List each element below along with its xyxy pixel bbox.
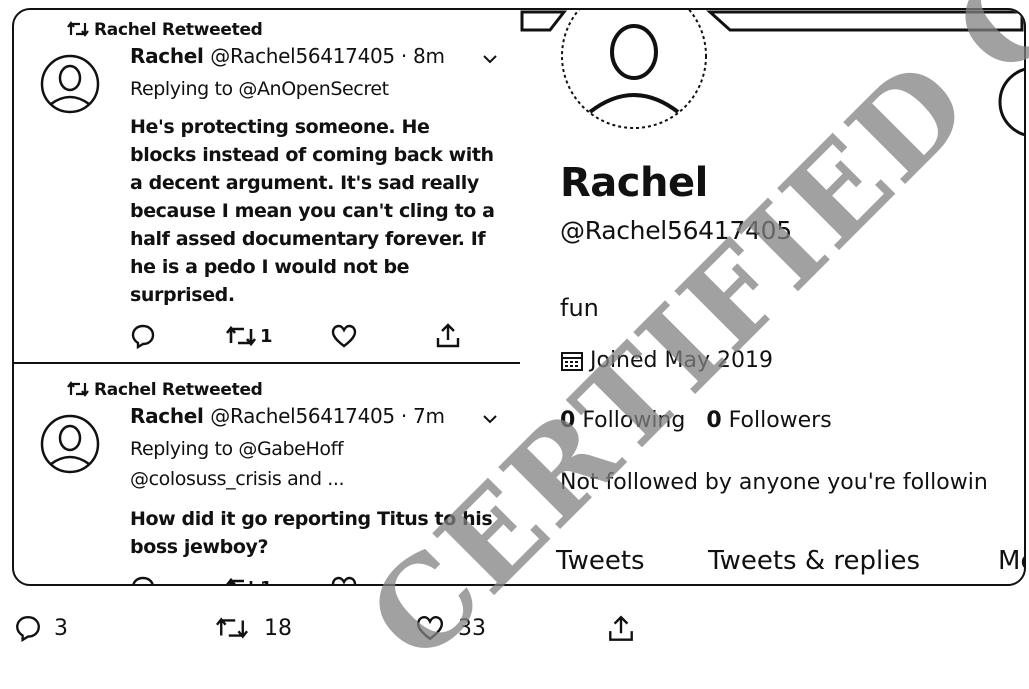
tab-tweets-replies[interactable]: Tweets & replies <box>708 546 920 576</box>
retweet-icon <box>215 617 249 639</box>
tweet-author-handle[interactable]: @Rachel56417405 <box>210 404 395 428</box>
tweet-time: 7m <box>413 404 445 428</box>
tweet-body-line: blocks instead of coming back with <box>130 144 494 166</box>
tweet-author-name[interactable]: Rachel <box>130 404 204 428</box>
tweet-body-line: How did it go reporting Titus to his <box>130 508 493 530</box>
tweet-body-line: because I mean you can't cling to a <box>130 200 495 222</box>
retweet-button[interactable]: 1 <box>224 574 273 584</box>
retweet-icon <box>226 577 253 584</box>
retweet-icon <box>67 381 89 397</box>
tweet-body-line: boss jewboy? <box>130 536 269 558</box>
tweet-column: Rachel Retweeted Rachel @Rachel56417405 … <box>14 10 520 584</box>
retweet-icon <box>67 21 89 37</box>
retweet-count: 1 <box>260 578 273 585</box>
reply-button[interactable]: 3 <box>14 614 68 642</box>
tweet-actions: 1 <box>130 322 470 352</box>
reply-icon <box>131 324 155 349</box>
tweet-actions: 1 <box>130 574 470 584</box>
share-icon <box>436 323 460 348</box>
chevron-down-icon[interactable] <box>482 54 498 64</box>
replying-to-extra[interactable]: @colosuss_crisis and ... <box>130 468 345 490</box>
profile-joined: Joined May 2019 <box>560 348 773 373</box>
profile-panel: Rachel @Rachel56417405 fun Joined May 20… <box>520 10 1024 584</box>
tweet-divider <box>14 362 520 364</box>
profile-avatar[interactable] <box>558 10 710 132</box>
like-button[interactable]: 33 <box>414 614 486 642</box>
tweet-body-line: surprised. <box>130 284 235 306</box>
share-button[interactable] <box>606 614 636 644</box>
reply-button[interactable] <box>130 574 156 584</box>
tweet-header: Rachel @Rachel56417405 · 8m <box>130 44 445 68</box>
tweet-body-line: half assed documentary forever. If <box>130 228 486 250</box>
tweet-author-name[interactable]: Rachel <box>130 44 204 68</box>
profile-handle: @Rachel56417405 <box>560 216 792 245</box>
tweet-header: Rachel @Rachel56417405 · 7m <box>130 404 445 428</box>
tweet-body-line: He's protecting someone. He <box>130 116 430 138</box>
retweeted-by: Rachel Retweeted <box>67 20 263 40</box>
replying-to[interactable]: Replying to @GabeHoff <box>130 438 344 460</box>
heart-icon <box>416 616 444 641</box>
reply-button[interactable] <box>130 322 156 350</box>
retweet-count: 18 <box>264 615 292 641</box>
tweet-body-line: he is a pedo I would not be <box>130 256 410 278</box>
tweet-body-line: a decent argument. It's sad really <box>130 172 479 194</box>
bottom-action-bar: 3 18 33 <box>0 606 1029 649</box>
following-count: 0 <box>560 408 576 433</box>
reply-icon <box>132 576 154 584</box>
joined-date: Joined May 2019 <box>590 348 773 373</box>
following-link[interactable]: 0 Following <box>560 408 685 433</box>
chevron-down-icon[interactable] <box>482 414 498 424</box>
tab-tweets[interactable]: Tweets <box>556 546 645 576</box>
follow-stats: 0 Following 0 Followers <box>560 408 832 433</box>
tweet-time: 8m <box>413 44 445 68</box>
calendar-icon <box>561 351 583 371</box>
retweet-button[interactable]: 1 <box>224 322 273 350</box>
followers-count: 0 <box>706 408 722 433</box>
reply-icon <box>16 616 40 642</box>
followers-link[interactable]: 0 Followers <box>706 408 831 433</box>
screenshot-frame: Rachel Retweeted Rachel @Rachel56417405 … <box>12 8 1026 586</box>
retweet-count: 1 <box>260 325 273 347</box>
like-button[interactable] <box>330 322 358 350</box>
replying-to[interactable]: Replying to @AnOpenSecret <box>130 78 389 100</box>
not-followed-note: Not followed by anyone you're followin <box>560 470 988 495</box>
share-button[interactable] <box>434 322 462 350</box>
share-icon <box>609 615 633 641</box>
retweet-icon <box>225 325 257 347</box>
retweeted-by: Rachel Retweeted <box>67 380 263 400</box>
profile-name: Rachel <box>560 160 708 206</box>
avatar[interactable] <box>40 414 100 474</box>
heart-icon <box>331 576 357 584</box>
profile-action-button[interactable] <box>994 62 1024 142</box>
profile-bio: fun <box>560 294 599 322</box>
heart-icon <box>331 324 357 348</box>
avatar[interactable] <box>40 54 100 114</box>
retweet-button[interactable]: 18 <box>212 614 292 642</box>
like-button[interactable] <box>330 574 358 584</box>
tab-media[interactable]: Me <box>998 546 1024 576</box>
reply-count: 3 <box>54 615 68 641</box>
tweet-author-handle[interactable]: @Rachel56417405 <box>210 44 395 68</box>
like-count: 33 <box>458 615 486 641</box>
